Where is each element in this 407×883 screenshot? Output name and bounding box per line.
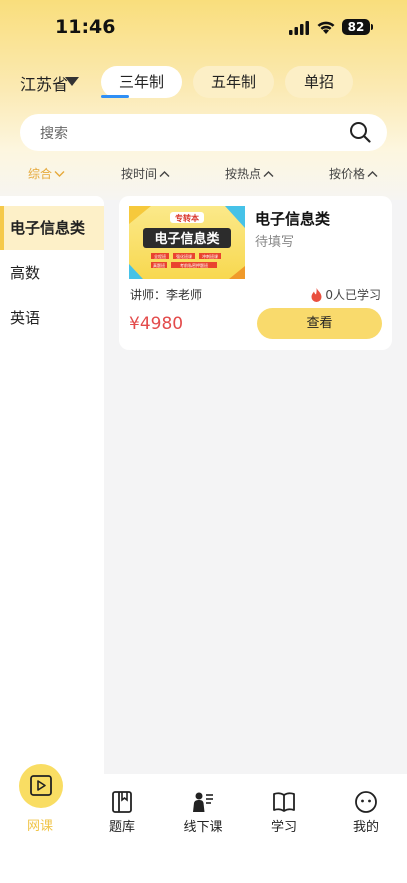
bottom-tab-label: 题库: [108, 820, 135, 835]
course-title: 电子信息类: [255, 210, 331, 228]
chevron-up-icon: [367, 170, 378, 177]
search-placeholder: 搜索: [40, 126, 68, 142]
chevron-down-icon: [54, 170, 65, 177]
tab-three-year[interactable]: 三年制: [101, 66, 182, 98]
bottom-tab-label: 线下课: [183, 820, 223, 835]
sort-label: 按时间: [121, 167, 158, 181]
sort-label: 按价格: [329, 167, 366, 181]
sort-by-hot[interactable]: 按热点: [225, 165, 274, 182]
bottom-tab-label: 我的: [352, 820, 379, 835]
category-sidebar: 电子信息类 高数 英语: [0, 196, 104, 776]
course-price: ¥4980: [129, 314, 184, 334]
bottom-tab-label[interactable]: 网课: [10, 815, 70, 834]
view-button[interactable]: 查看: [257, 308, 382, 339]
search-icon[interactable]: [349, 121, 371, 143]
chevron-up-icon: [263, 170, 274, 177]
battery-cap: [371, 24, 373, 30]
active-tab-indicator: [101, 95, 129, 98]
status-bar: 11:46 82: [0, 0, 407, 54]
video-icon: [30, 775, 52, 796]
sort-by-price[interactable]: 按价格: [329, 165, 378, 182]
learner-count: 0人已学习: [311, 286, 381, 303]
thumb-title-text: 电子信息类: [154, 231, 220, 247]
sidebar-item-math[interactable]: 高数: [0, 251, 104, 295]
course-card[interactable]: 专转本 电子信息类 全程班 强化班课 冲刺班课 真题班 考前私密押题班 电子信息…: [119, 196, 392, 350]
thumb-badge-text: 专转本: [175, 213, 199, 223]
bottom-tab-online-course[interactable]: [19, 764, 63, 808]
course-subtitle: 待填写: [255, 235, 295, 250]
thumb-tag-text: 冲刺班课: [202, 253, 218, 259]
sort-label: 按热点: [225, 167, 262, 181]
sort-by-time[interactable]: 按时间: [121, 165, 170, 182]
thumb-tag-text: 全程班: [154, 253, 166, 259]
course-thumbnail-image: 专转本 电子信息类 全程班 强化班课 冲刺班课 真题班 考前私密押题班: [129, 206, 245, 279]
chevron-up-icon: [159, 170, 170, 177]
sidebar-item-electronics[interactable]: 电子信息类: [0, 206, 104, 250]
course-teacher: 讲师：李老师: [130, 288, 203, 302]
sidebar-active-indicator: [0, 206, 4, 250]
caret-down-icon[interactable]: [65, 77, 79, 86]
thumb-tag-text: 强化班课: [176, 253, 192, 259]
bottom-tab-label: 学习: [270, 820, 297, 835]
teacher-icon: [193, 792, 213, 812]
fire-icon: [311, 287, 322, 302]
thumb-tag-text: 考前私密押题班: [180, 262, 208, 268]
smiley-icon: [355, 791, 377, 813]
search-input[interactable]: 搜索: [20, 114, 387, 151]
sort-comprehensive[interactable]: 综合: [28, 165, 65, 182]
battery-icon: 82: [342, 19, 370, 35]
learner-count-text: 0人已学习: [325, 288, 381, 302]
course-thumbnail[interactable]: 专转本 电子信息类 全程班 强化班课 冲刺班课 真题班 考前私密押题班: [129, 206, 245, 279]
sort-label: 综合: [28, 167, 53, 181]
tab-five-year[interactable]: 五年制: [193, 66, 274, 98]
sidebar-item-english[interactable]: 英语: [0, 296, 104, 340]
cellular-signal-icon: [289, 21, 309, 35]
province-selector[interactable]: 江苏省: [20, 71, 68, 95]
tab-single-recruit[interactable]: 单招: [285, 66, 353, 98]
wifi-icon: [317, 21, 335, 34]
status-time: 11:46: [55, 16, 116, 38]
book-icon: [112, 791, 132, 813]
open-book-icon: [273, 792, 295, 812]
thumb-tag-text: 真题班: [153, 262, 165, 268]
